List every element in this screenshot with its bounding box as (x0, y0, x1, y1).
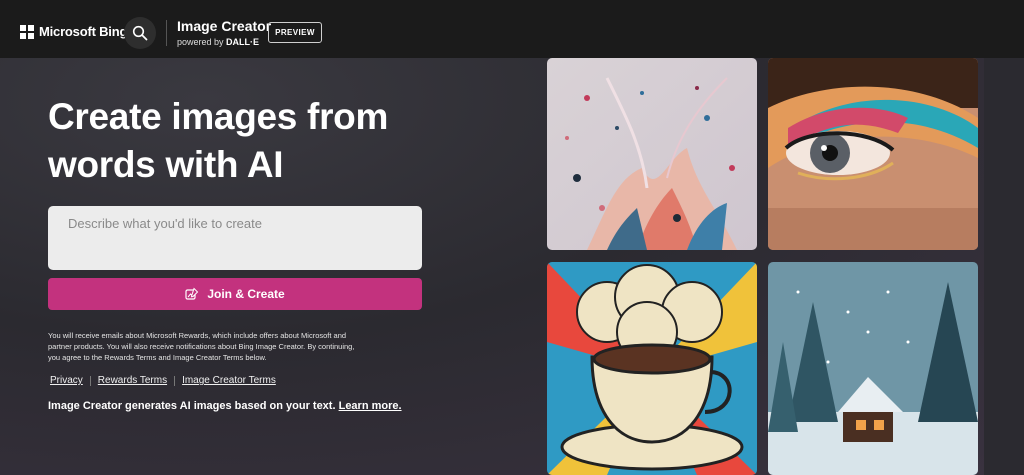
privacy-link[interactable]: Privacy (50, 375, 83, 386)
search-icon (132, 25, 148, 41)
top-bar: Microsoft Bing Image Creator powered by … (0, 0, 1024, 58)
coffee-cup-popart-image (547, 262, 757, 475)
link-separator (174, 375, 176, 386)
snowy-cabin-image (768, 262, 978, 475)
preview-badge: PREVIEW (268, 22, 322, 43)
learn-more-link[interactable]: Learn more. (339, 400, 402, 412)
microsoft-bing-logo[interactable]: Microsoft Bing (20, 24, 127, 39)
join-and-create-button[interactable]: Join & Create (48, 278, 422, 310)
rewards-disclaimer: You will receive emails about Microsoft … (48, 331, 355, 362)
info-text-body: Image Creator generates AI images based … (48, 400, 336, 412)
image-creator-terms-link[interactable]: Image Creator Terms (182, 375, 276, 386)
search-button[interactable] (124, 17, 156, 49)
join-and-create-label: Join & Create (207, 287, 285, 301)
legal-links: Privacy Rewards Terms Image Creator Term… (50, 375, 276, 386)
product-name[interactable]: Image Creator powered by DALL·E (177, 19, 271, 47)
link-separator (89, 375, 91, 386)
brand-name: Microsoft Bing (39, 24, 128, 39)
prompt-input[interactable] (48, 206, 422, 270)
create-image-icon (185, 287, 199, 300)
product-subtitle: powered by DALL·E (177, 37, 260, 47)
page-edge (984, 58, 1024, 475)
windows-logo-icon (20, 24, 34, 39)
header-divider (166, 20, 167, 46)
rewards-terms-link[interactable]: Rewards Terms (98, 375, 167, 386)
info-text: Image Creator generates AI images based … (48, 400, 402, 412)
product-title: Image Creator (177, 18, 272, 34)
paint-splash-image (547, 58, 757, 250)
eye-makeup-image (768, 58, 978, 250)
page-headline: Create images from words with AI (48, 96, 389, 185)
